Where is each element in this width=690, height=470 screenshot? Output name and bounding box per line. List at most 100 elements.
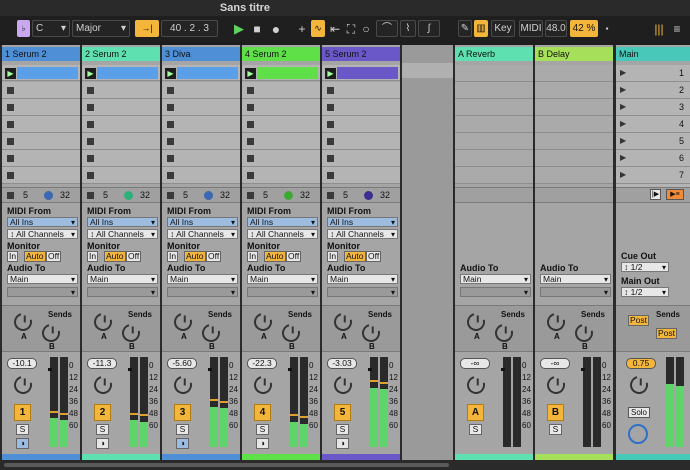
clip-play-icon[interactable]: ▶ [245,68,256,79]
monitor-in-button[interactable]: In [7,251,19,262]
clip[interactable] [177,67,238,79]
scene-play-icon[interactable]: ▶ [620,119,626,128]
clip-stop-icon[interactable] [7,104,14,111]
capture-icon[interactable]: ⛶ [344,22,358,36]
track-name[interactable]: B Delay [535,47,613,61]
clip-slot[interactable] [82,133,160,150]
clip-stop-icon[interactable] [167,87,174,94]
clip-slot[interactable] [82,82,160,99]
monitor-in-button[interactable]: In [327,251,339,262]
clip-slot[interactable] [82,99,160,116]
monitor-auto-button[interactable]: Auto [104,251,126,262]
clip-slot[interactable] [162,133,240,150]
audio-to-select[interactable]: Main [540,274,611,284]
monitor-auto-button[interactable]: Auto [24,251,46,262]
track-name[interactable]: 3 Diva [162,47,240,61]
track-name[interactable]: 4 Serum 2 [242,47,320,61]
clip-stop-icon[interactable] [327,121,334,128]
audio-to-channel-select[interactable] [247,287,318,297]
clip-stop-icon[interactable] [87,172,94,179]
clip-stop-icon[interactable] [7,138,14,145]
clip-play-icon[interactable]: ▶ [325,68,336,79]
monitor-auto-button[interactable]: Auto [344,251,366,262]
send-a-knob[interactable] [463,309,489,335]
track-name[interactable]: 1 Serum 2 [2,47,80,61]
horizontal-scrollbar[interactable] [0,460,690,470]
midi-from-select[interactable]: All Ins [327,217,398,227]
scene-launch-row[interactable]: ▶ 7 [616,167,690,184]
monitor-auto-button[interactable]: Auto [264,251,286,262]
stop-all-clips-icon[interactable]: ▶≡ [666,189,684,200]
solo-button[interactable]: S [176,424,189,435]
clip[interactable] [17,67,78,79]
pan-knob[interactable] [90,372,116,398]
session-record-icon[interactable]: ○ [359,22,373,36]
audio-to-channel-select[interactable] [7,287,78,297]
scene-launch-row[interactable]: ▶ 3 [616,99,690,116]
midi-map-button[interactable]: MIDI [519,20,543,37]
monitor-off-button[interactable]: Off [46,251,62,262]
clip-stop-icon[interactable] [327,87,334,94]
volume-field[interactable]: -∞ [540,358,570,369]
scene-play-icon[interactable]: ▶ [620,85,626,94]
volume-fader[interactable] [48,368,52,371]
add-icon[interactable]: + [295,22,309,36]
song-position-field[interactable]: 40 . 2 . 3 [161,20,218,37]
clip-slot[interactable] [242,133,320,150]
clip-slot[interactable] [242,167,320,184]
play-icon[interactable]: ▶ [232,22,246,36]
clip-play-icon[interactable]: ▶ [5,68,16,79]
clip-slot[interactable] [242,82,320,99]
monitor-in-button[interactable]: In [87,251,99,262]
track-name[interactable]: 5 Serum 2 [322,47,400,61]
pan-knob[interactable] [463,372,489,398]
clip-slot[interactable] [322,82,400,99]
clip-slot[interactable]: ▶ [322,65,400,81]
audio-to-select[interactable]: Main [460,274,531,284]
clip-slot[interactable] [82,150,160,167]
session-view-icon[interactable]: ||| [652,22,666,36]
clip-stop-icon[interactable] [7,121,14,128]
clip-slot[interactable] [322,116,400,133]
clip-slot[interactable] [322,150,400,167]
monitor-off-button[interactable]: Off [286,251,302,262]
midi-channel-select[interactable]: ↕ All Channels [87,229,158,239]
solo-button[interactable]: S [256,424,269,435]
audio-to-channel-select[interactable] [167,287,238,297]
arrangement-view-icon[interactable]: ≡ [670,22,684,36]
clip-stop-icon[interactable] [247,87,254,94]
midi-channel-select[interactable]: ↕ All Channels [327,229,398,239]
audio-to-select[interactable]: Main [167,274,238,284]
master-volume-field[interactable]: 0.75 [626,358,656,369]
clip-slot[interactable] [322,167,400,184]
midi-channel-select[interactable]: ↕ All Channels [7,229,78,239]
volume-fader[interactable] [128,368,132,371]
clip-stop-icon[interactable] [87,121,94,128]
cue-volume-knob[interactable] [628,424,648,444]
midi-from-select[interactable]: All Ins [7,217,78,227]
scene-launch-row[interactable]: ▶ 5 [616,133,690,150]
monitor-off-button[interactable]: Off [126,251,142,262]
clip-slot[interactable] [2,133,80,150]
pan-knob[interactable] [170,372,196,398]
arm-icon[interactable]: ◑ [16,438,29,449]
track-activator-button[interactable]: 1 [14,404,31,421]
volume-fader[interactable] [208,368,212,371]
track-activator-button[interactable]: 3 [174,404,191,421]
send-a-knob[interactable] [330,309,356,335]
clip-slot[interactable]: ▶ [242,65,320,81]
clip-slot[interactable] [162,150,240,167]
scale-mode-button[interactable]: ♭ [17,20,30,37]
scene-play-icon[interactable]: ▶ [620,102,626,111]
solo-button[interactable]: S [549,424,562,435]
stop-all-icon[interactable] [247,192,254,199]
pan-knob[interactable] [250,372,276,398]
arm-icon[interactable]: ◑ [336,438,349,449]
clip-slot[interactable] [162,99,240,116]
monitor-auto-button[interactable]: Auto [184,251,206,262]
clip-stop-icon[interactable] [87,155,94,162]
clip-slot[interactable] [82,116,160,133]
stop-all-clips-icon[interactable]: |▶ [650,189,661,200]
volume-field[interactable]: -∞ [460,358,490,369]
scene-play-icon[interactable]: ▶ [620,136,626,145]
